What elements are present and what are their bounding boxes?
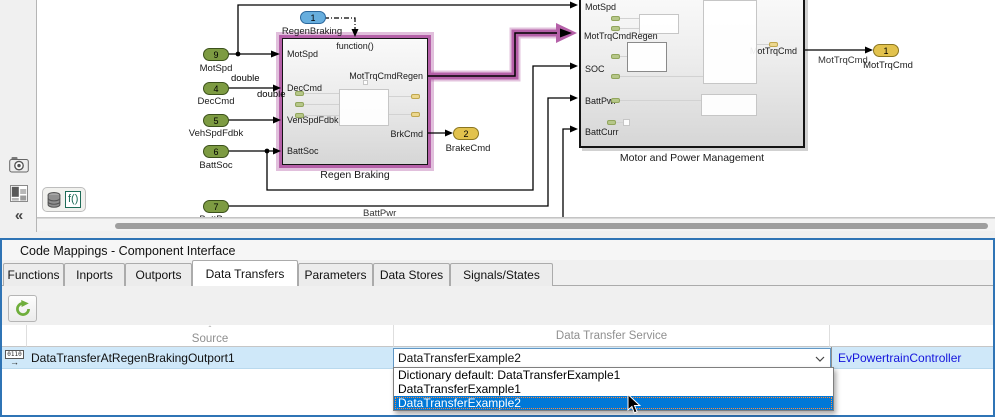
signal-wires — [0, 0, 995, 218]
chevron-down-icon — [815, 356, 825, 362]
simulink-canvas[interactable]: function() MotSpd DecCmd VehSpdFdbk Batt… — [0, 0, 995, 218]
motor-block-name: Motor and Power Management — [620, 152, 764, 164]
motor-input-soc: SOC — [585, 64, 605, 74]
mouse-cursor — [627, 394, 641, 415]
dropdown-option-example2[interactable]: DataTransferExample2 — [394, 396, 833, 410]
camera-icon — [9, 156, 29, 173]
inport-4[interactable]: 4 — [203, 82, 229, 95]
dropdown-option-dictionary-default[interactable]: Dictionary default: DataTransferExample1 — [394, 368, 833, 382]
canvas-horizontal-scrollbar[interactable] — [37, 218, 995, 231]
code-mappings-panel: Code Mappings - Component Interface Func… — [0, 238, 995, 417]
tab-outports[interactable]: Outports — [125, 263, 192, 286]
inport-9[interactable]: 9 — [203, 48, 229, 61]
regen-input-deccmd: DecCmd — [287, 83, 322, 93]
inport-7[interactable]: 7 — [203, 200, 229, 213]
signal-type-label: double — [231, 73, 260, 84]
column-header-source[interactable]: ˆ Source — [27, 325, 394, 347]
collapse-sidebar-button[interactable]: « — [8, 206, 30, 224]
row-icon-cell: 0110 → — [2, 347, 27, 369]
inner-port-stub — [611, 16, 620, 21]
inport-9-label: MotSpd — [200, 63, 233, 74]
motor-content-preview — [623, 119, 630, 126]
refresh-icon — [14, 300, 32, 318]
column-header-service[interactable]: Data Transfer Service — [394, 325, 830, 347]
inport-5[interactable]: 5 — [203, 114, 229, 127]
scrollbar-thumb[interactable] — [115, 223, 988, 229]
palette-strip: « — [0, 0, 37, 232]
inport-6-label: BattSoc — [199, 160, 232, 171]
inport-4-label: DecCmd — [198, 96, 235, 107]
inner-port-stub — [411, 94, 420, 99]
battpwr-wire-label: BattPwr — [363, 208, 396, 218]
regen-input-battsoc: BattSoc — [287, 146, 319, 156]
column-header-icon — [2, 325, 27, 347]
model-data-panel-button[interactable] — [8, 184, 30, 202]
mottrqcmd-wire-label: MotTrqCmd — [818, 55, 868, 66]
column-header-model[interactable] — [830, 325, 993, 347]
tab-inports[interactable]: Inports — [64, 263, 125, 286]
service-dropdown-list: Dictionary default: DataTransferExample1… — [393, 367, 834, 411]
motor-content-preview — [703, 0, 757, 84]
tab-functions[interactable]: Functions — [3, 263, 64, 286]
regen-output-brkcmd: BrkCmd — [390, 129, 423, 139]
function-badge-icon: f() — [65, 191, 81, 208]
inner-port-stub — [295, 113, 304, 118]
inner-port-stub — [607, 120, 616, 125]
inner-port-stub — [611, 54, 620, 59]
regen-trigger-stub — [363, 80, 368, 85]
motor-content-preview — [639, 14, 679, 34]
outport-1-label: MotTrqCmd — [863, 60, 913, 71]
regen-output-mottrqcmdregen: MotTrqCmdRegen — [349, 71, 423, 81]
trigger-inport-label: RegenBraking — [282, 26, 342, 37]
panel-layout-icon — [10, 185, 28, 202]
inner-port-stub — [295, 91, 304, 96]
dropdown-option-example1[interactable]: DataTransferExample1 — [394, 382, 833, 396]
inner-port-stub — [611, 26, 620, 31]
trigger-inport-1[interactable]: 1 — [300, 11, 326, 24]
inner-port-stub — [769, 42, 778, 47]
tab-signals-states[interactable]: Signals/States — [450, 263, 553, 286]
tab-data-stores[interactable]: Data Stores — [373, 263, 450, 286]
data-transfer-service-combobox[interactable]: DataTransferExample2 — [393, 348, 831, 368]
regen-content-preview — [339, 89, 389, 126]
inner-port-stub — [411, 112, 420, 117]
motor-power-mgmt-block[interactable]: MotSpd MotTrqCmdRegen SOC BattPwr BattCu… — [579, 0, 805, 148]
regen-braking-block[interactable]: function() MotSpd DecCmd VehSpdFdbk Batt… — [282, 38, 428, 165]
model-cell[interactable]: EvPowertrainController — [831, 347, 993, 369]
outport-2[interactable]: 2 — [453, 127, 479, 140]
motor-content-preview — [701, 94, 757, 116]
code-mappings-tabstrip: Functions Inports Outports Data Transfer… — [2, 260, 993, 286]
signal-type-label: double — [257, 89, 286, 100]
code-perspective-badge[interactable]: f() — [42, 187, 86, 212]
inner-port-stub — [611, 98, 620, 103]
motor-input-battcurr: BattCurr — [585, 127, 619, 137]
panel-title: Code Mappings - Component Interface — [2, 240, 993, 260]
function-trigger-label: function() — [336, 41, 374, 51]
screenshot-button[interactable] — [8, 155, 30, 173]
chevron-double-left-icon: « — [15, 207, 23, 224]
outport-2-label: BrakeCmd — [446, 143, 491, 154]
inport-6[interactable]: 6 — [203, 145, 229, 158]
inner-port-stub — [611, 74, 620, 79]
inport-5-label: VehSpdFdbk — [189, 128, 243, 139]
regen-input-motspd: MotSpd — [287, 49, 318, 59]
motor-content-preview — [627, 42, 667, 72]
tab-data-transfers[interactable]: Data Transfers — [192, 260, 298, 286]
data-dictionary-icon — [47, 192, 61, 208]
motor-input-motspd: MotSpd — [585, 2, 616, 12]
refresh-button[interactable] — [8, 295, 37, 322]
tab-parameters[interactable]: Parameters — [298, 263, 373, 286]
code-mappings-toolbar — [2, 286, 993, 325]
simulink-editor-window: { "colors": { "panel_border_blue": "#2f7… — [0, 0, 995, 417]
source-cell[interactable]: DataTransferAtRegenBrakingOutport1 — [27, 347, 393, 369]
inner-port-stub — [295, 102, 304, 107]
outport-1[interactable]: 1 — [873, 44, 899, 57]
data-transfer-icon: 0110 → — [5, 350, 25, 366]
regen-block-name: Regen Braking — [320, 169, 389, 181]
